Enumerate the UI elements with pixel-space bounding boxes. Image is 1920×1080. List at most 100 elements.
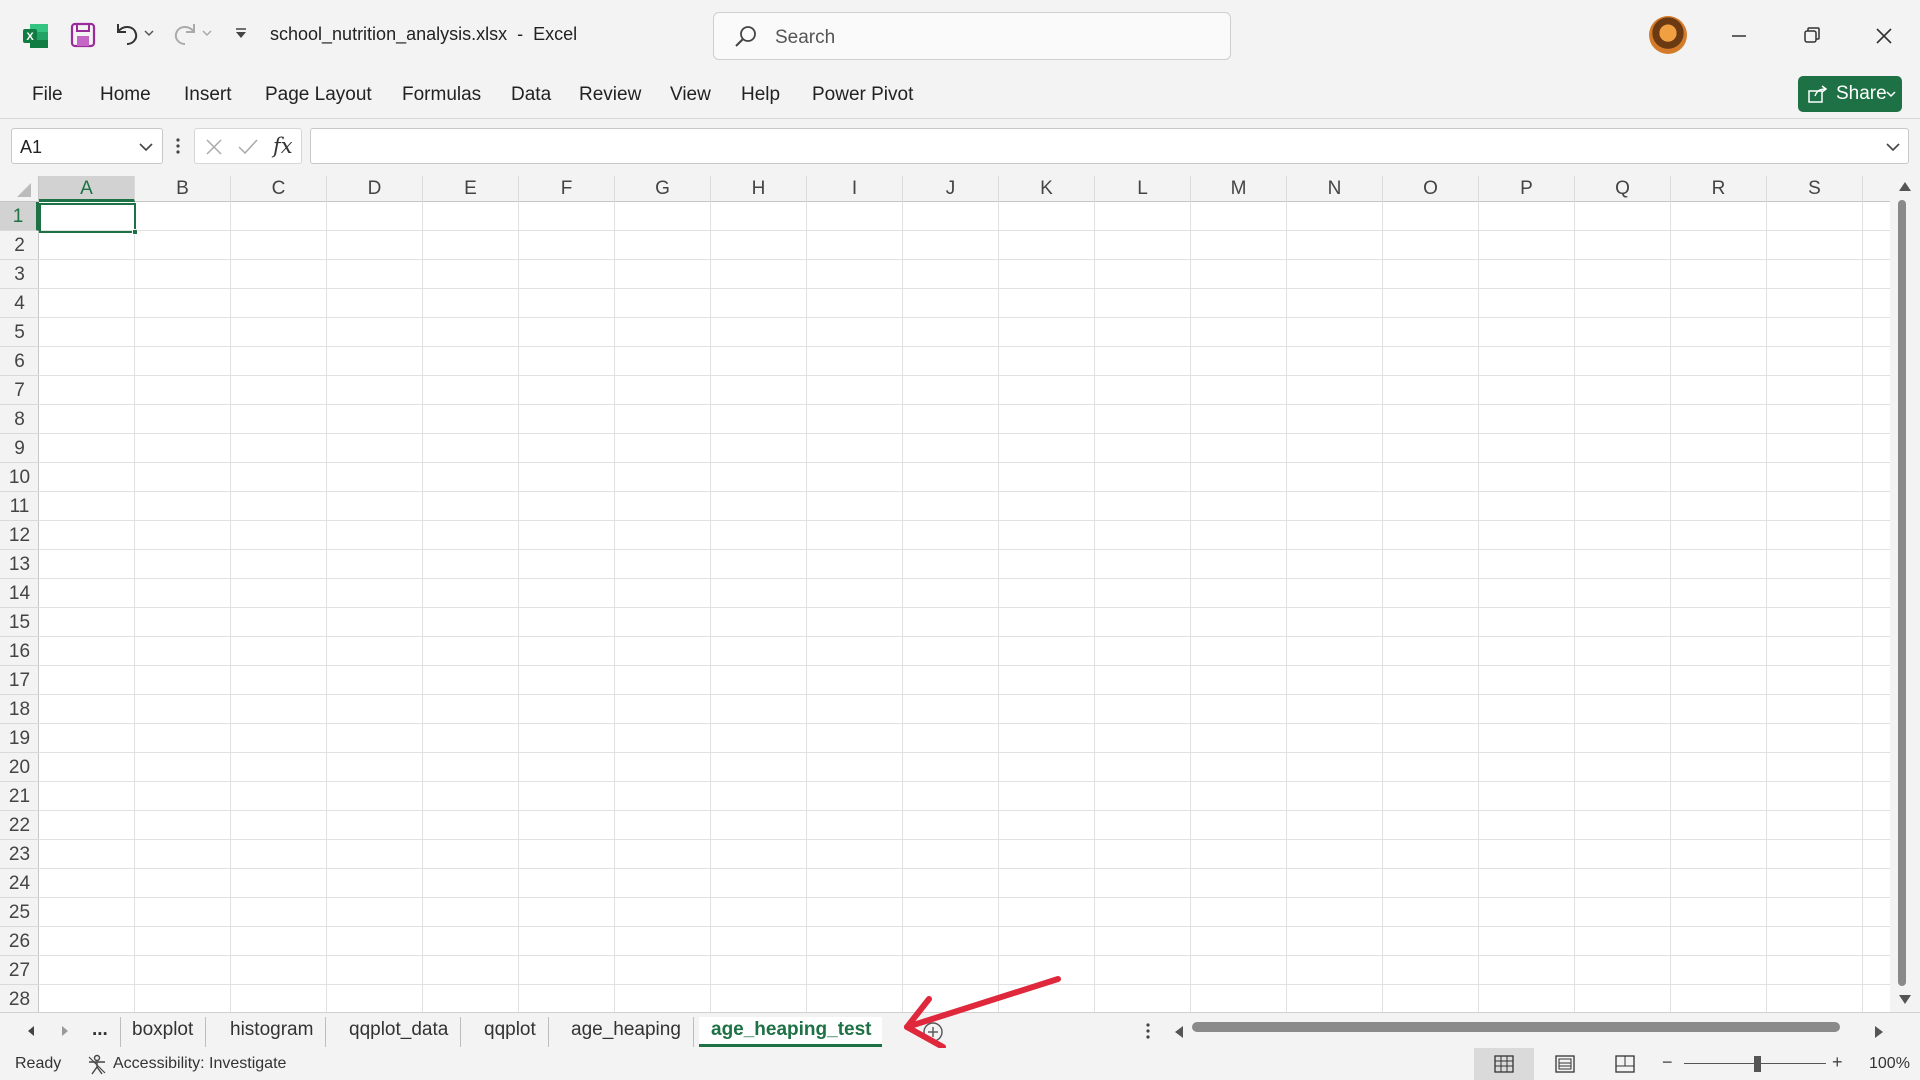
zoom-slider[interactable]: − + xyxy=(1658,1048,1848,1080)
sheet-tab-overflow[interactable]: ... xyxy=(80,1017,121,1047)
sheet-tab-boxplot[interactable]: boxplot xyxy=(120,1017,207,1047)
cancel-icon[interactable] xyxy=(205,138,223,156)
column-header-p[interactable]: P xyxy=(1479,176,1575,202)
row-header-10[interactable]: 10 xyxy=(0,463,39,492)
column-header-m[interactable]: M xyxy=(1191,176,1287,202)
zoom-in-icon[interactable]: + xyxy=(1832,1052,1843,1073)
undo-dropdown-icon[interactable] xyxy=(144,30,154,38)
row-header-2[interactable]: 2 xyxy=(0,231,39,260)
column-header-o[interactable]: O xyxy=(1383,176,1479,202)
accessibility-icon[interactable] xyxy=(86,1054,108,1076)
column-header-n[interactable]: N xyxy=(1287,176,1383,202)
column-header-l[interactable]: L xyxy=(1095,176,1191,202)
active-cell[interactable] xyxy=(39,203,138,235)
row-header-8[interactable]: 8 xyxy=(0,405,39,434)
minimize-icon[interactable] xyxy=(1719,16,1759,56)
row-header-13[interactable]: 13 xyxy=(0,550,39,579)
sheet-tab-qqplot[interactable]: qqplot xyxy=(472,1017,549,1047)
row-header-1[interactable]: 1 xyxy=(0,202,39,231)
vertical-scroll-thumb[interactable] xyxy=(1898,200,1906,986)
column-header-h[interactable]: H xyxy=(711,176,807,202)
column-header-q[interactable]: Q xyxy=(1575,176,1671,202)
row-header-26[interactable]: 26 xyxy=(0,927,39,956)
page-break-view-button[interactable] xyxy=(1595,1048,1655,1080)
column-header-j[interactable]: J xyxy=(903,176,999,202)
formula-expand-icon[interactable] xyxy=(1885,142,1901,152)
scroll-tabs-left-icon[interactable] xyxy=(26,1025,36,1037)
row-header-6[interactable]: 6 xyxy=(0,347,39,376)
insert-function-icon[interactable]: fx xyxy=(273,134,293,158)
row-header-27[interactable]: 27 xyxy=(0,956,39,985)
redo-dropdown-icon[interactable] xyxy=(202,30,212,38)
undo-icon[interactable] xyxy=(112,20,142,48)
column-header-a[interactable]: A xyxy=(39,176,135,202)
more-options-icon[interactable] xyxy=(174,136,182,156)
page-layout-view-button[interactable] xyxy=(1535,1048,1595,1080)
row-header-11[interactable]: 11 xyxy=(0,492,39,521)
row-header-5[interactable]: 5 xyxy=(0,318,39,347)
row-header-20[interactable]: 20 xyxy=(0,753,39,782)
avatar[interactable] xyxy=(1649,16,1687,54)
save-icon[interactable] xyxy=(70,22,96,48)
column-header-f[interactable]: F xyxy=(519,176,615,202)
select-all-corner[interactable] xyxy=(0,176,39,202)
horizontal-scroll-thumb[interactable] xyxy=(1192,1022,1840,1032)
row-header-3[interactable]: 3 xyxy=(0,260,39,289)
column-header-r[interactable]: R xyxy=(1671,176,1767,202)
tab-formulas[interactable]: Formulas xyxy=(402,84,481,106)
row-header-14[interactable]: 14 xyxy=(0,579,39,608)
tab-review[interactable]: Review xyxy=(579,84,641,106)
row-header-7[interactable]: 7 xyxy=(0,376,39,405)
tab-page-layout[interactable]: Page Layout xyxy=(265,84,372,106)
column-header-b[interactable]: B xyxy=(135,176,231,202)
zoom-level[interactable]: 100% xyxy=(1869,1055,1910,1073)
row-header-28[interactable]: 28 xyxy=(0,985,39,1014)
tab-split-handle-icon[interactable] xyxy=(1144,1021,1152,1041)
hscroll-left-icon[interactable] xyxy=(1174,1025,1184,1039)
row-header-21[interactable]: 21 xyxy=(0,782,39,811)
zoom-thumb[interactable] xyxy=(1754,1056,1761,1072)
scroll-down-icon[interactable] xyxy=(1898,994,1912,1006)
row-header-25[interactable]: 25 xyxy=(0,898,39,927)
tab-view[interactable]: View xyxy=(670,84,711,106)
restore-icon[interactable] xyxy=(1792,16,1832,56)
row-header-4[interactable]: 4 xyxy=(0,289,39,318)
fill-handle[interactable] xyxy=(132,229,138,235)
tab-insert[interactable]: Insert xyxy=(184,84,232,106)
tab-power-pivot[interactable]: Power Pivot xyxy=(812,84,913,106)
row-header-16[interactable]: 16 xyxy=(0,637,39,666)
column-header-g[interactable]: G xyxy=(615,176,711,202)
column-header-e[interactable]: E xyxy=(423,176,519,202)
sheet-tab-age-heaping[interactable]: age_heaping xyxy=(559,1017,694,1047)
sheet-tab-qqplot-data[interactable]: qqplot_data xyxy=(337,1017,462,1047)
tab-file[interactable]: File xyxy=(32,84,63,106)
row-header-23[interactable]: 23 xyxy=(0,840,39,869)
accessibility-status[interactable]: Accessibility: Investigate xyxy=(113,1055,286,1073)
column-header-c[interactable]: C xyxy=(231,176,327,202)
row-header-12[interactable]: 12 xyxy=(0,521,39,550)
scroll-up-icon[interactable] xyxy=(1898,180,1912,192)
row-header-18[interactable]: 18 xyxy=(0,695,39,724)
customize-quick-access-icon[interactable] xyxy=(234,28,248,40)
search-box[interactable]: Search xyxy=(713,12,1231,60)
tab-home[interactable]: Home xyxy=(100,84,151,106)
column-header-i[interactable]: I xyxy=(807,176,903,202)
row-header-9[interactable]: 9 xyxy=(0,434,39,463)
row-header-17[interactable]: 17 xyxy=(0,666,39,695)
tab-data[interactable]: Data xyxy=(511,84,551,106)
column-header-k[interactable]: K xyxy=(999,176,1095,202)
cell-area[interactable] xyxy=(39,202,1890,1012)
share-button[interactable]: Share xyxy=(1798,76,1902,112)
column-header-d[interactable]: D xyxy=(327,176,423,202)
hscroll-right-icon[interactable] xyxy=(1874,1025,1884,1039)
row-header-15[interactable]: 15 xyxy=(0,608,39,637)
sheet-tab-age-heaping-test[interactable]: age_heaping_test xyxy=(699,1017,882,1047)
tab-help[interactable]: Help xyxy=(741,84,780,106)
name-box[interactable]: A1 xyxy=(11,128,163,164)
close-icon[interactable] xyxy=(1864,16,1904,56)
scroll-tabs-right-icon[interactable] xyxy=(60,1025,70,1037)
row-header-24[interactable]: 24 xyxy=(0,869,39,898)
name-box-dropdown-icon[interactable] xyxy=(138,142,154,152)
redo-icon[interactable] xyxy=(170,20,200,48)
formula-input[interactable] xyxy=(310,128,1909,164)
